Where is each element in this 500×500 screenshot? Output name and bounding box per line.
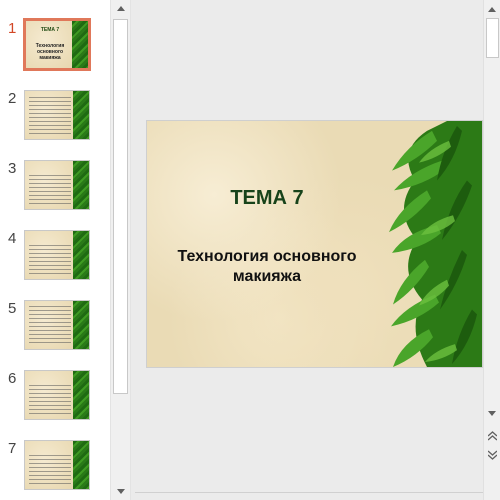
triangle-down-icon[interactable] (111, 483, 130, 500)
bamboo-leaves-image (73, 371, 89, 419)
bamboo-leaves-image (73, 301, 89, 349)
triangle-up-icon[interactable] (484, 1, 500, 17)
thumbnail-slide-4[interactable]: 4 (0, 230, 110, 290)
thumbnail-preview: ТЕМА 7 Технология основного макияжа (26, 21, 88, 68)
thumbnail-preview (25, 371, 89, 419)
thumbnail-frame-selected[interactable]: ТЕМА 7 Технология основного макияжа (23, 18, 91, 71)
thumbnail-frame[interactable] (24, 230, 90, 280)
thumbnail-pane-scrollbar[interactable] (110, 0, 131, 500)
thumbnail-text-lines (29, 97, 71, 135)
bamboo-leaves-image (73, 441, 89, 489)
thumbnail-slide-5[interactable]: 5 (0, 300, 110, 360)
bamboo-leaves-image (389, 121, 482, 367)
slide-title[interactable]: ТЕМА 7 (147, 187, 387, 210)
editor-divider (135, 492, 483, 493)
thumbnail-frame[interactable] (24, 370, 90, 420)
thumbnail-text-lines (29, 245, 71, 275)
thumbnail-number: 1 (8, 20, 17, 37)
thumbnail-preview (25, 91, 89, 139)
current-slide[interactable]: ТЕМА 7 Технология основного макияжа (146, 120, 483, 368)
slide-subtitle[interactable]: Технология основного макияжа (147, 247, 387, 287)
thumbnail-number: 3 (8, 160, 17, 177)
thumbnail-frame[interactable] (24, 90, 90, 140)
thumbnail-text-lines (29, 306, 71, 345)
thumbnail-slide-6[interactable]: 6 (0, 370, 110, 430)
thumbnail-frame[interactable] (24, 160, 90, 210)
thumbnail-subtitle: Технология основного макияжа (35, 43, 65, 61)
double-chevron-down-icon[interactable] (484, 447, 500, 463)
scrollbar-thumb[interactable] (113, 19, 128, 394)
thumbnail-text-lines (29, 175, 71, 205)
bamboo-leaves-image (73, 161, 89, 209)
bamboo-leaves-image (72, 21, 88, 68)
thumbnail-preview (25, 301, 89, 349)
thumbnail-number: 5 (8, 300, 17, 317)
thumbnail-text-lines (29, 385, 71, 415)
bamboo-leaves-image (73, 91, 89, 139)
thumbnail-preview (25, 231, 89, 279)
thumbnail-preview (25, 441, 89, 489)
thumbnail-preview (25, 161, 89, 209)
double-chevron-up-icon[interactable] (484, 428, 500, 444)
thumbnail-number: 7 (8, 440, 17, 457)
thumbnail-slide-1[interactable]: 1 ТЕМА 7 Технология основного макияжа (0, 18, 110, 80)
thumbnail-frame[interactable] (24, 300, 90, 350)
thumbnail-title: ТЕМА 7 (40, 27, 60, 33)
subtitle-line: макияжа (232, 268, 302, 285)
triangle-up-icon[interactable] (111, 0, 130, 17)
thumbnail-frame[interactable] (24, 440, 90, 490)
thumbnail-number: 4 (8, 230, 17, 247)
subtitle-line: Технология основного (177, 248, 357, 265)
thumbnail-slide-2[interactable]: 2 (0, 90, 110, 150)
editor-vertical-scrollbar[interactable] (483, 0, 500, 500)
thumbnail-text-lines (29, 455, 71, 485)
bamboo-leaves-image (73, 231, 89, 279)
scrollbar-thumb[interactable] (486, 18, 499, 58)
thumbnail-number: 2 (8, 90, 17, 107)
thumbnail-slide-3[interactable]: 3 (0, 160, 110, 220)
slide-thumbnail-pane: 1 ТЕМА 7 Технология основного макияжа 2 … (0, 0, 110, 500)
triangle-down-icon[interactable] (484, 405, 500, 421)
thumbnail-slide-7[interactable]: 7 (0, 440, 110, 500)
thumbnail-number: 6 (8, 370, 17, 387)
